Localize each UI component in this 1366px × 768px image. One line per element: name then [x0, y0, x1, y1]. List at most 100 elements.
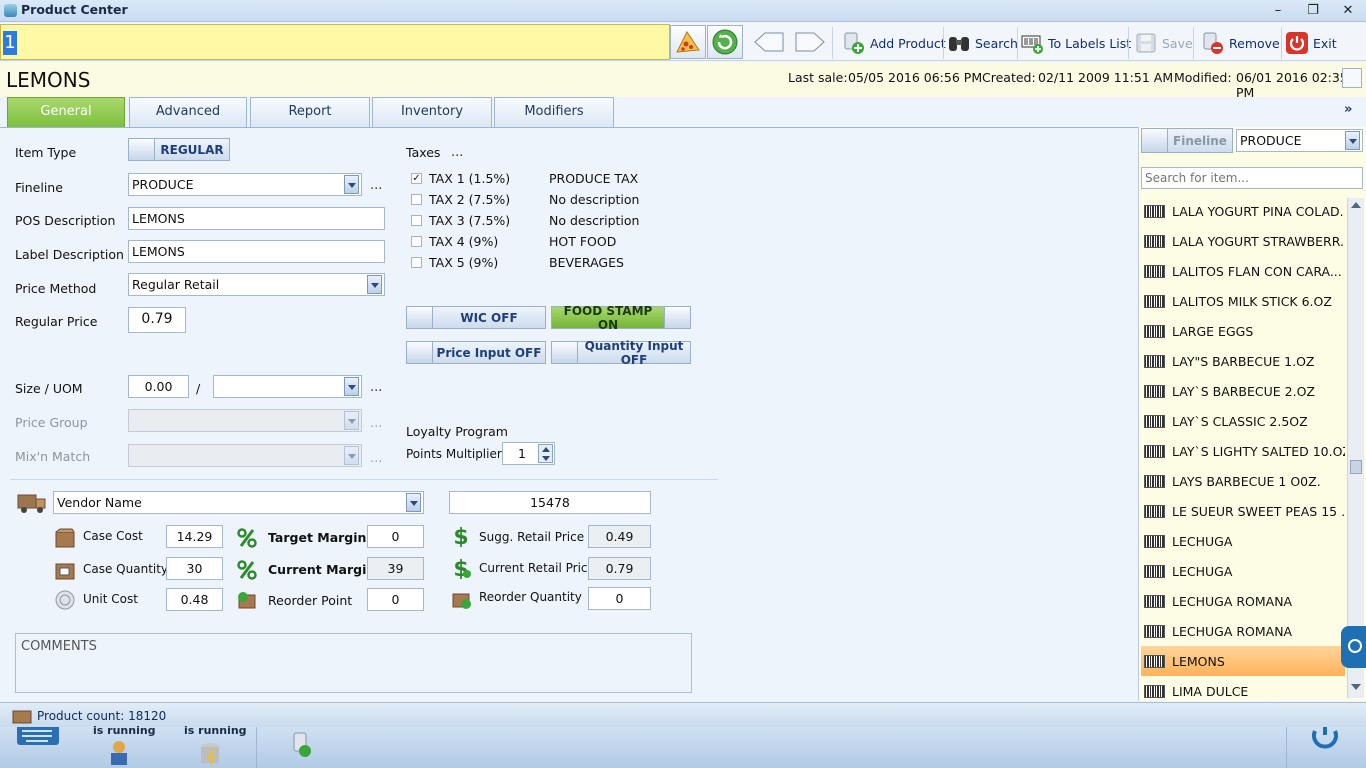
price-method-select[interactable]: Regular Retail — [128, 273, 385, 296]
tabs-more-button[interactable]: » — [1344, 102, 1352, 117]
points-multiplier-stepper[interactable]: 1 — [502, 442, 555, 465]
fineline-more-button[interactable]: ... — [370, 178, 382, 193]
back-arrow-icon[interactable] — [753, 31, 785, 53]
unit-cost-input[interactable]: 0.48 — [166, 588, 223, 611]
exit-button[interactable]: Exit — [1285, 27, 1337, 59]
chevron-down-icon[interactable] — [344, 377, 359, 396]
product-list-item[interactable]: LALA YOGURT PINA COLAD... — [1141, 196, 1345, 226]
tab-modifiers[interactable]: Modifiers — [494, 97, 614, 128]
regular-price-input[interactable]: 0.79 — [128, 307, 186, 333]
scrollbar-thumb[interactable] — [1350, 460, 1362, 474]
chevron-up-icon[interactable] — [542, 447, 550, 452]
tab-advanced[interactable]: Advanced — [129, 97, 247, 128]
product-list-item[interactable]: LECHUGA ROMANA — [1141, 586, 1345, 616]
uom-select[interactable] — [213, 375, 362, 398]
product-list-item[interactable]: LECHUGA — [1141, 526, 1345, 556]
price-group-select[interactable] — [128, 409, 362, 432]
vendor-select[interactable]: Vendor Name — [53, 491, 424, 514]
mix-match-more-button[interactable]: ... — [370, 451, 382, 466]
product-list-item[interactable]: LE SUEUR SWEET PEAS 15 ... — [1141, 496, 1345, 526]
tax-checkbox[interactable] — [411, 257, 422, 268]
reorder-quantity-input[interactable]: 0 — [588, 587, 651, 610]
price-input-toggle[interactable]: Price Input OFF — [406, 341, 546, 364]
case-cost-input[interactable]: 14.29 — [166, 525, 223, 548]
chevron-down-icon[interactable] — [367, 275, 382, 294]
price-group-more-button[interactable]: ... — [370, 416, 382, 431]
chevron-down-icon[interactable] — [344, 411, 359, 430]
product-list-item[interactable]: LECHUGA — [1141, 556, 1345, 586]
sidebar-search-input[interactable] — [1141, 167, 1363, 189]
product-list-item[interactable]: LALA YOGURT STRAWBERR... — [1141, 226, 1345, 256]
vendor-code-input[interactable]: 15478 — [449, 491, 651, 514]
chevron-down-icon[interactable] — [406, 493, 421, 512]
side-helper-tab[interactable] — [1341, 626, 1366, 668]
comments-textarea[interactable]: COMMENTS — [15, 633, 692, 693]
pos-description-input[interactable]: LEMONS — [128, 207, 385, 230]
product-list-item[interactable]: LAY`S BARBECUE 2.OZ — [1141, 376, 1345, 406]
close-icon[interactable]: ✕ — [1336, 2, 1360, 20]
fineline-filter-toggle[interactable]: Fineline — [1141, 128, 1233, 153]
taxes-more-button[interactable]: ... — [451, 145, 463, 160]
pizza-button[interactable] — [670, 25, 706, 59]
target-margin-input[interactable]: 0 — [367, 525, 424, 548]
taskbar-divider — [256, 727, 257, 768]
scroll-down-icon[interactable] — [1351, 684, 1361, 690]
product-list-scrollbar[interactable] — [1347, 198, 1364, 698]
fineline-select[interactable]: PRODUCE — [128, 173, 362, 196]
product-list-item[interactable]: LALITOS FLAN CON CARA... — [1141, 256, 1345, 286]
minimize-icon[interactable]: – — [1266, 2, 1290, 20]
reorder-point-input[interactable]: 0 — [367, 588, 424, 611]
scan-input[interactable]: 1 — [0, 24, 670, 60]
keyboard-icon[interactable] — [16, 727, 60, 747]
wic-toggle[interactable]: WIC OFF — [406, 306, 546, 329]
add-product-button[interactable]: Add Product — [842, 27, 946, 59]
header-toggle-button[interactable] — [1342, 68, 1362, 88]
chevron-down-icon[interactable] — [542, 456, 550, 461]
item-type-toggle[interactable]: REGULAR — [128, 138, 230, 161]
product-list-item[interactable]: LARGE EGGS — [1141, 316, 1345, 346]
forward-arrow-icon[interactable] — [794, 31, 826, 53]
product-list-item[interactable]: LAYS BARBECUE 1 O0Z. — [1141, 466, 1345, 496]
chevron-down-icon[interactable] — [344, 175, 359, 194]
label-description-input[interactable]: LEMONS — [128, 240, 385, 263]
uom-more-button[interactable]: ... — [370, 380, 382, 395]
case-quantity-input[interactable]: 30 — [166, 557, 223, 580]
stepper-buttons[interactable] — [538, 444, 553, 463]
to-labels-list-button[interactable]: To Labels List — [1020, 27, 1131, 59]
save-button[interactable]: Save — [1134, 27, 1193, 59]
product-center-taskbar-icon[interactable] — [290, 731, 316, 761]
worker-icon[interactable] — [107, 739, 133, 767]
tab-inventory[interactable]: Inventory — [372, 97, 492, 128]
tax-checkbox[interactable] — [411, 194, 422, 205]
quantity-input-toggle[interactable]: Quantity Input OFF — [551, 339, 691, 367]
power-taskbar-icon[interactable] — [1307, 727, 1343, 751]
product-list-item[interactable]: LAY"S BARBECUE 1.OZ — [1141, 346, 1345, 376]
search-button[interactable]: Search — [947, 27, 1018, 59]
product-list-item[interactable]: LAY`S LIGHTY SALTED 10.OZ — [1141, 436, 1345, 466]
fineline-filter-select[interactable]: PRODUCE — [1236, 129, 1363, 152]
size-input[interactable]: 0.00 — [128, 375, 189, 398]
tax-checkbox[interactable] — [411, 236, 422, 247]
tab-report[interactable]: Report — [250, 97, 370, 128]
tab-general[interactable]: General — [7, 97, 125, 128]
save-label: Save — [1162, 35, 1193, 51]
refresh-button[interactable] — [707, 25, 743, 59]
sugg-retail-label: Sugg. Retail Price — [479, 530, 585, 544]
product-list-item[interactable]: LEMONS — [1141, 646, 1345, 676]
scroll-up-icon[interactable] — [1351, 202, 1361, 208]
product-list-item[interactable]: LECHUGA ROMANA — [1141, 616, 1345, 646]
product-list-item[interactable]: LALITOS MILK STICK 6.OZ — [1141, 286, 1345, 316]
pizza-icon — [676, 31, 700, 53]
remove-button[interactable]: Remove — [1201, 27, 1280, 59]
product-list-item-label: LALITOS MILK STICK 6.OZ — [1172, 293, 1332, 309]
chevron-down-icon[interactable] — [1345, 131, 1360, 150]
chevron-down-icon[interactable] — [344, 446, 359, 465]
food-stamp-toggle[interactable]: FOOD STAMP ON — [551, 304, 691, 332]
tax-checkbox[interactable] — [411, 215, 422, 226]
tax-checkbox[interactable]: ✓ — [411, 173, 422, 184]
mix-match-select[interactable] — [128, 444, 362, 467]
product-list-item[interactable]: LAY`S CLASSIC 2.5OZ — [1141, 406, 1345, 436]
restore-icon[interactable]: ❐ — [1301, 2, 1325, 20]
product-list-item-label: LAY"S BARBECUE 1.OZ — [1172, 353, 1315, 369]
database-lightning-icon[interactable] — [198, 739, 224, 767]
